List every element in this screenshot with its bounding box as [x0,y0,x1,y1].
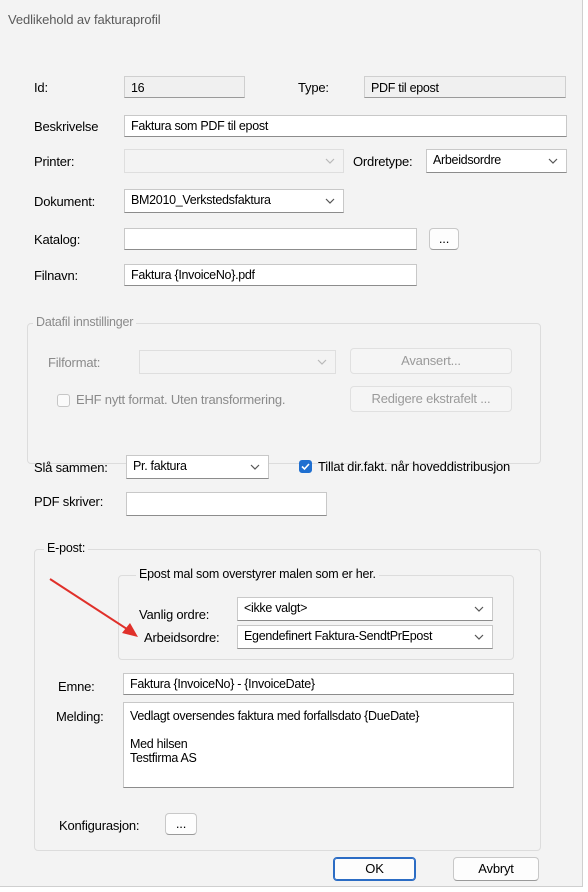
datafil-group-label: Datafil innstillinger [33,315,137,329]
melding-line: Vedlagt oversendes faktura med forfallsd… [130,709,420,723]
konfigurasjon-button[interactable]: ... [165,813,197,835]
ehf-checkbox[interactable] [57,394,70,407]
sla-sammen-value: Pr. faktura [133,459,187,473]
dokument-combo[interactable]: BM2010_Verkstedsfaktura [124,189,344,213]
pdf-skriver-label: PDF skriver: [34,494,104,509]
chevron-down-icon [473,603,485,615]
type-field: PDF til epost [364,76,566,98]
filformat-combo[interactable] [139,350,336,374]
chevron-down-icon [473,631,485,643]
arbeidsordre-combo[interactable]: Egendefinert Faktura-SendtPrEpost [237,625,493,649]
ehf-label: EHF nytt format. Uten transformering. [76,392,286,407]
pdf-skriver-input[interactable] [126,492,327,516]
red-arrow-icon [49,578,138,637]
vanlig-ordre-label: Vanlig ordre: [139,607,210,622]
chevron-down-icon [547,155,559,167]
chevron-down-icon [316,356,328,368]
arbeidsordre-value: Egendefinert Faktura-SendtPrEpost [244,629,433,643]
id-field: 16 [124,76,245,98]
tillat-checkbox[interactable] [299,460,312,473]
melding-textarea[interactable]: Vedlagt oversendes faktura med forfallsd… [123,702,514,788]
arbeidsordre-label: Arbeidsordre: [144,630,220,645]
ordretype-combo[interactable]: Arbeidsordre [426,149,567,173]
chevron-down-icon [324,195,336,207]
redigere-ekstrafelt-button[interactable]: Redigere ekstrafelt ... [350,386,512,412]
konfigurasjon-label: Konfigurasjon: [59,818,140,833]
melding-line: Med hilsen [130,737,188,751]
dokument-value: BM2010_Verkstedsfaktura [131,193,271,207]
type-label: Type: [298,80,329,95]
emne-label: Emne: [58,679,95,694]
avansert-button[interactable]: Avansert... [350,348,512,374]
ordretype-value: Arbeidsordre [433,153,501,167]
epost-group-label: E-post: [44,541,89,555]
filnavn-input[interactable]: Faktura {InvoiceNo}.pdf [124,264,417,286]
vanlig-ordre-combo[interactable]: <ikke valgt> [237,597,493,621]
chevron-down-icon [249,461,261,473]
dokument-label: Dokument: [34,194,96,209]
emne-input[interactable]: Faktura {InvoiceNo} - {InvoiceDate} [123,673,514,695]
epost-mal-group-label: Epost mal som overstyrer malen som er he… [136,567,379,581]
katalog-label: Katalog: [34,232,81,247]
ordretype-label: Ordretype: [353,154,413,169]
chevron-down-icon [324,155,336,167]
tillat-label: Tillat dir.fakt. når hoveddistribusjon [318,459,511,474]
printer-combo[interactable] [124,149,344,173]
melding-line: Testfirma AS [130,751,197,765]
id-label: Id: [34,80,48,95]
printer-label: Printer: [34,154,75,169]
melding-label: Melding: [56,709,104,724]
ok-button[interactable]: OK [333,857,416,881]
sla-sammen-combo[interactable]: Pr. faktura [126,455,269,479]
dialog-window: Vedlikehold av fakturaprofil Id: 16 Type… [0,0,583,887]
sla-sammen-label: Slå sammen: [34,460,108,475]
filnavn-label: Filnavn: [34,268,78,283]
window-title: Vedlikehold av fakturaprofil [8,12,161,27]
avbryt-button[interactable]: Avbryt [453,857,539,881]
katalog-input[interactable] [124,228,417,250]
katalog-browse-button[interactable]: ... [429,228,459,250]
checkmark-icon [301,463,310,471]
filformat-label: Filformat: [48,355,101,370]
vanlig-ordre-value: <ikke valgt> [244,601,308,615]
melding-line [130,723,507,737]
beskrivelse-input[interactable]: Faktura som PDF til epost [124,115,567,137]
beskrivelse-label: Beskrivelse [34,119,99,134]
